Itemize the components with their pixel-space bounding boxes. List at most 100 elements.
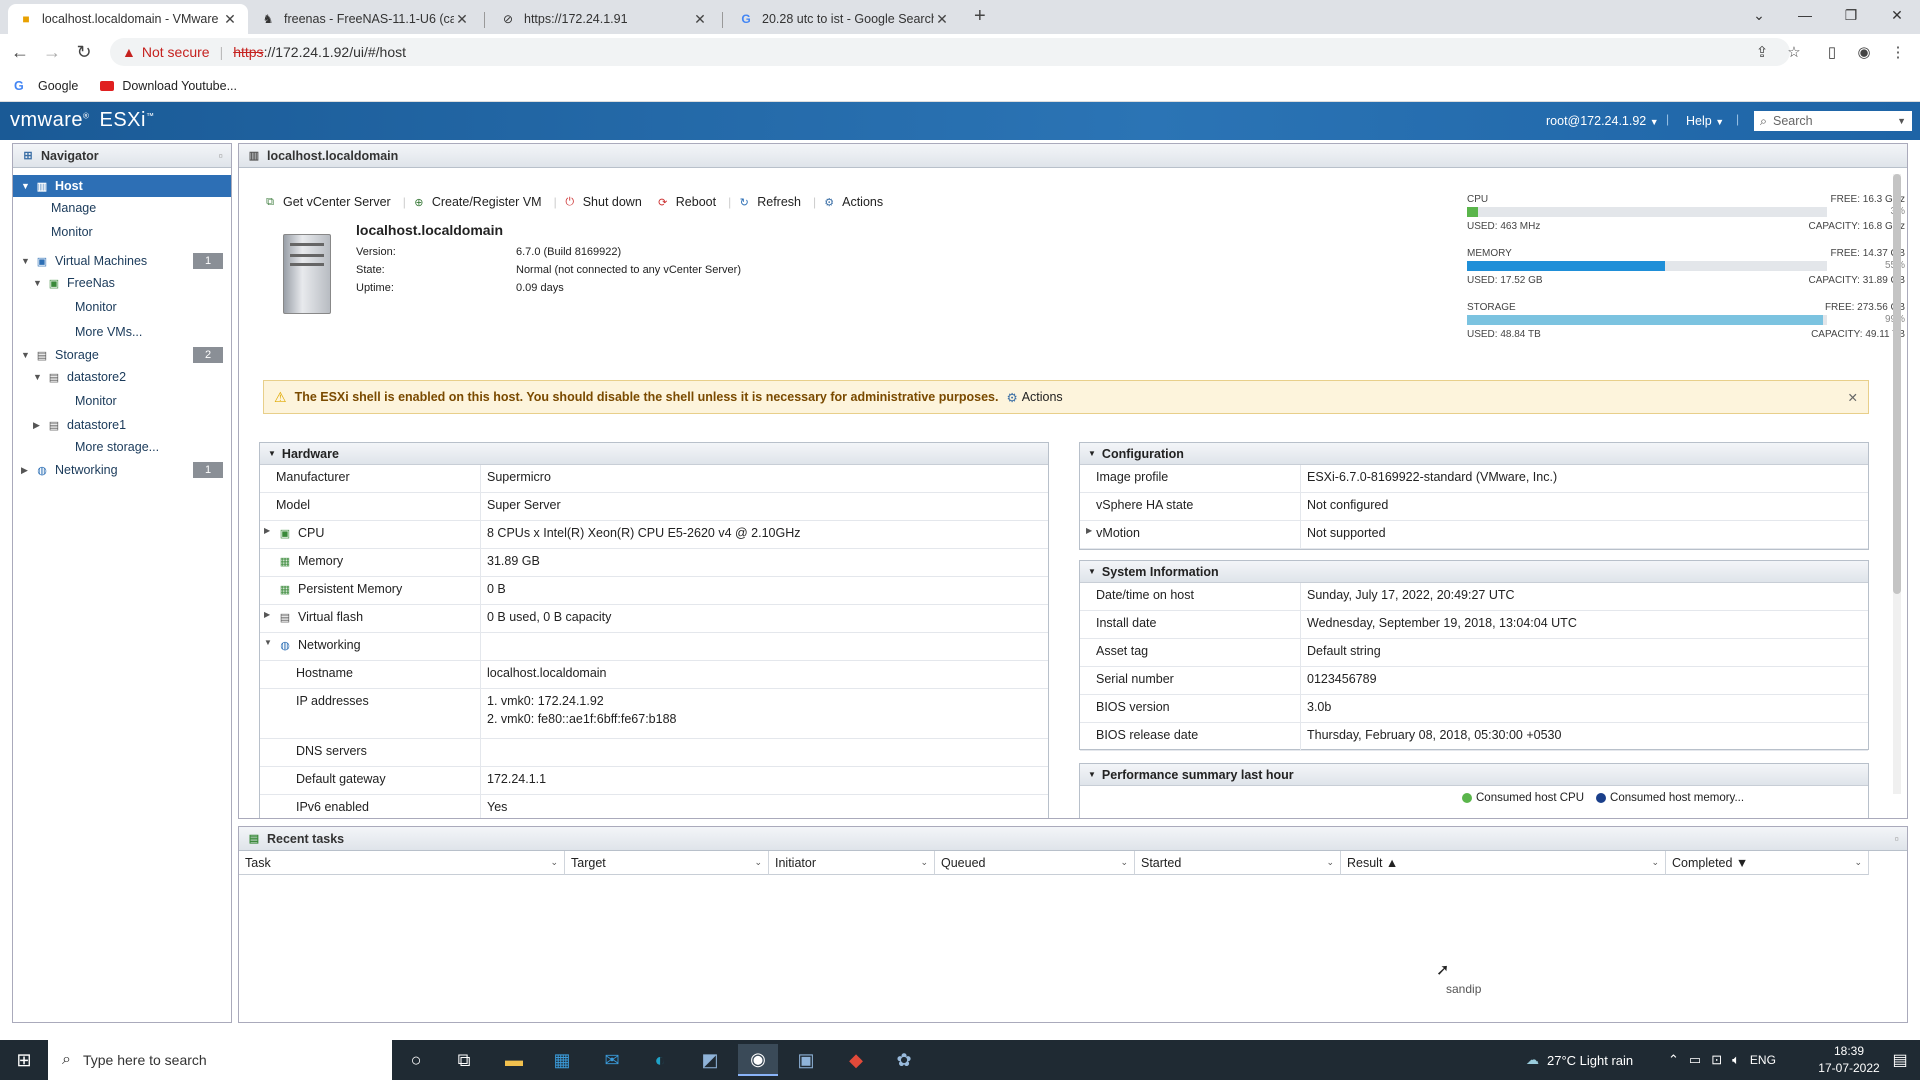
app-icon[interactable]: ✿ bbox=[884, 1044, 924, 1076]
nav-host[interactable]: ▼ ▥ Host bbox=[13, 175, 231, 197]
configuration-row[interactable]: ▶ vMotion Not supported bbox=[1080, 521, 1868, 549]
bookmark-download-youtube[interactable]: Download Youtube... bbox=[122, 79, 237, 93]
forward-button[interactable]: → bbox=[40, 40, 64, 64]
shut-down-button[interactable]: ⏻ Shut down bbox=[563, 195, 641, 209]
refresh-button[interactable]: ↻ Refresh bbox=[737, 195, 801, 209]
nav-datastore1[interactable]: ▶ ▤ datastore1 bbox=[13, 414, 231, 436]
tab-google-search[interactable]: G 20.28 utc to ist - Google Search ✕ bbox=[728, 4, 960, 34]
weather-widget[interactable]: ☁ 27°C Light rain bbox=[1526, 1040, 1633, 1080]
tab-172-24-1-91[interactable]: ⊘ https://172.24.1.91 ✕ bbox=[490, 4, 718, 34]
collapse-pane-icon[interactable]: ▫ bbox=[1895, 832, 1899, 846]
tray-chevron-icon[interactable]: ⌃ bbox=[1668, 1052, 1679, 1068]
taskbar-search-box[interactable]: ⌕ Type here to search bbox=[48, 1040, 392, 1080]
back-button[interactable]: ← bbox=[8, 40, 32, 64]
warning-actions-button[interactable]: ⚙ Actions bbox=[1006, 390, 1062, 405]
new-tab-button[interactable]: + bbox=[974, 5, 986, 28]
dismiss-warning-icon[interactable]: ✕ bbox=[1848, 390, 1858, 405]
reboot-button[interactable]: ⟳ Reboot bbox=[656, 195, 716, 209]
column-header[interactable]: Started ⌄ bbox=[1135, 851, 1341, 875]
side-panel-icon[interactable]: ▯ bbox=[1820, 40, 1844, 64]
nav-more-vms[interactable]: More VMs... bbox=[13, 321, 231, 343]
nav-freenas-monitor[interactable]: Monitor bbox=[13, 296, 231, 318]
column-header[interactable]: Completed ▼ ⌄ bbox=[1666, 851, 1869, 875]
nav-storage[interactable]: ▼ ▤ Storage 2 bbox=[13, 344, 231, 366]
remote-desktop-icon[interactable]: ▣ bbox=[786, 1044, 826, 1076]
nav-datastore2[interactable]: ▼ ▤ datastore2 bbox=[13, 366, 231, 388]
edge-icon[interactable]: ◐ bbox=[640, 1044, 680, 1076]
actions-button[interactable]: ⚙ Actions bbox=[822, 195, 883, 209]
column-menu-chevron-icon[interactable]: ⌄ bbox=[1120, 857, 1128, 868]
nav-freenas[interactable]: ▼ ▣ FreeNas bbox=[13, 272, 231, 294]
close-tab-icon[interactable]: ✕ bbox=[692, 11, 708, 28]
main-scrollbar[interactable] bbox=[1893, 174, 1901, 794]
column-menu-chevron-icon[interactable]: ⌄ bbox=[550, 857, 558, 868]
google-bookmark-icon: G bbox=[14, 78, 24, 93]
notifications-icon[interactable]: ▤ bbox=[1880, 1044, 1920, 1076]
create-register-vm-button[interactable]: ⊕ Create/Register VM bbox=[412, 195, 541, 209]
close-window-button[interactable]: ✕ bbox=[1874, 0, 1920, 30]
address-bar[interactable]: ▲ Not secure | https ://172.24.1.92/ui/#… bbox=[110, 38, 1790, 66]
chrome-icon[interactable]: ◉ bbox=[738, 1044, 778, 1076]
caret-right-icon[interactable]: ▶ bbox=[264, 526, 276, 535]
language-indicator[interactable]: ENG bbox=[1750, 1053, 1776, 1067]
share-icon[interactable]: ⇪ bbox=[1750, 40, 1774, 64]
help-menu[interactable]: Help ▼ bbox=[1686, 114, 1724, 128]
esxi-search-input[interactable]: ⌕ Search ▼ bbox=[1754, 111, 1912, 131]
column-menu-chevron-icon[interactable]: ⌄ bbox=[754, 857, 762, 868]
app-icon[interactable]: ◩ bbox=[690, 1044, 730, 1076]
nav-networking[interactable]: ▶ ◍ Networking 1 bbox=[13, 459, 231, 481]
bookmark-google[interactable]: Google bbox=[38, 79, 78, 93]
clock[interactable]: 18:39 17-07-2022 bbox=[1814, 1043, 1884, 1077]
column-header[interactable]: Task ⌄ bbox=[239, 851, 565, 875]
network-icon[interactable]: ⊡ bbox=[1711, 1052, 1722, 1068]
nav-datastore2-monitor[interactable]: Monitor bbox=[13, 390, 231, 412]
volume-icon[interactable]: 🔈︎ bbox=[1732, 1052, 1740, 1068]
caret-right-icon[interactable]: ▶ bbox=[264, 610, 276, 619]
configuration-header[interactable]: ▼ Configuration bbox=[1080, 443, 1868, 465]
anydesk-icon[interactable]: ◆ bbox=[836, 1044, 876, 1076]
column-header[interactable]: Target ⌄ bbox=[565, 851, 769, 875]
nav-manage[interactable]: Manage bbox=[13, 197, 231, 219]
system-information-header[interactable]: ▼ System Information bbox=[1080, 561, 1868, 583]
caret-right-icon[interactable]: ▶ bbox=[1086, 526, 1092, 535]
tab-freenas[interactable]: ♞ freenas - FreeNAS-11.1-U6 (caffe ✕ bbox=[250, 4, 480, 34]
profile-avatar-icon[interactable]: ◉ bbox=[1852, 40, 1876, 64]
column-menu-chevron-icon[interactable]: ⌄ bbox=[1854, 857, 1862, 868]
cortana-icon[interactable]: ○ bbox=[396, 1044, 436, 1076]
close-tab-icon[interactable]: ✕ bbox=[222, 11, 238, 28]
tab-search-chevron-icon[interactable]: ⌄ bbox=[1736, 0, 1782, 30]
hardware-row[interactable]: ▶ ▤ Virtual flash 0 B used, 0 B capacity bbox=[260, 605, 1048, 633]
column-menu-chevron-icon[interactable]: ⌄ bbox=[1651, 857, 1659, 868]
bookmark-star-icon[interactable]: ☆ bbox=[1782, 40, 1806, 64]
tab-vmware[interactable]: ■ localhost.localdomain - VMware ✕ bbox=[8, 4, 248, 34]
get-vcenter-button[interactable]: ⧉ Get vCenter Server bbox=[263, 195, 391, 209]
column-header[interactable]: Queued ⌄ bbox=[935, 851, 1135, 875]
store-icon[interactable]: ▦ bbox=[542, 1044, 582, 1076]
performance-summary-header[interactable]: ▼ Performance summary last hour bbox=[1080, 764, 1868, 786]
mail-icon[interactable]: ✉ bbox=[592, 1044, 632, 1076]
hardware-row[interactable]: ▼ ◍ Networking bbox=[260, 633, 1048, 661]
windows-start-icon[interactable]: ⊞ bbox=[4, 1044, 44, 1076]
security-label[interactable]: Not secure bbox=[142, 44, 210, 60]
restore-button[interactable]: ❐ bbox=[1828, 0, 1874, 30]
column-header[interactable]: Result ▲ ⌄ bbox=[1341, 851, 1666, 875]
task-view-icon[interactable]: ⧉ bbox=[444, 1044, 484, 1076]
reload-button[interactable]: ↻ bbox=[72, 40, 96, 64]
file-explorer-icon[interactable]: ▬ bbox=[494, 1044, 534, 1076]
hardware-header[interactable]: ▼ Hardware bbox=[260, 443, 1048, 465]
collapse-pane-icon[interactable]: ▫ bbox=[219, 149, 223, 163]
user-menu[interactable]: root@172.24.1.92 ▼ bbox=[1546, 114, 1659, 128]
battery-icon[interactable]: ▭ bbox=[1689, 1052, 1701, 1068]
nav-monitor[interactable]: Monitor bbox=[13, 221, 231, 243]
nav-more-storage[interactable]: More storage... bbox=[13, 436, 231, 458]
minimize-button[interactable]: — bbox=[1782, 0, 1828, 30]
hardware-row[interactable]: ▶ ▣ CPU 8 CPUs x Intel(R) Xeon(R) CPU E5-26… bbox=[260, 521, 1048, 549]
caret-down-icon[interactable]: ▼ bbox=[264, 638, 276, 647]
close-tab-icon[interactable]: ✕ bbox=[934, 11, 950, 28]
column-menu-chevron-icon[interactable]: ⌄ bbox=[920, 857, 928, 868]
column-header[interactable]: Initiator ⌄ bbox=[769, 851, 935, 875]
nav-virtual-machines[interactable]: ▼ ▣ Virtual Machines 1 bbox=[13, 250, 231, 272]
column-menu-chevron-icon[interactable]: ⌄ bbox=[1326, 857, 1334, 868]
close-tab-icon[interactable]: ✕ bbox=[454, 11, 470, 28]
chrome-menu-icon[interactable]: ⋮ bbox=[1886, 40, 1910, 64]
